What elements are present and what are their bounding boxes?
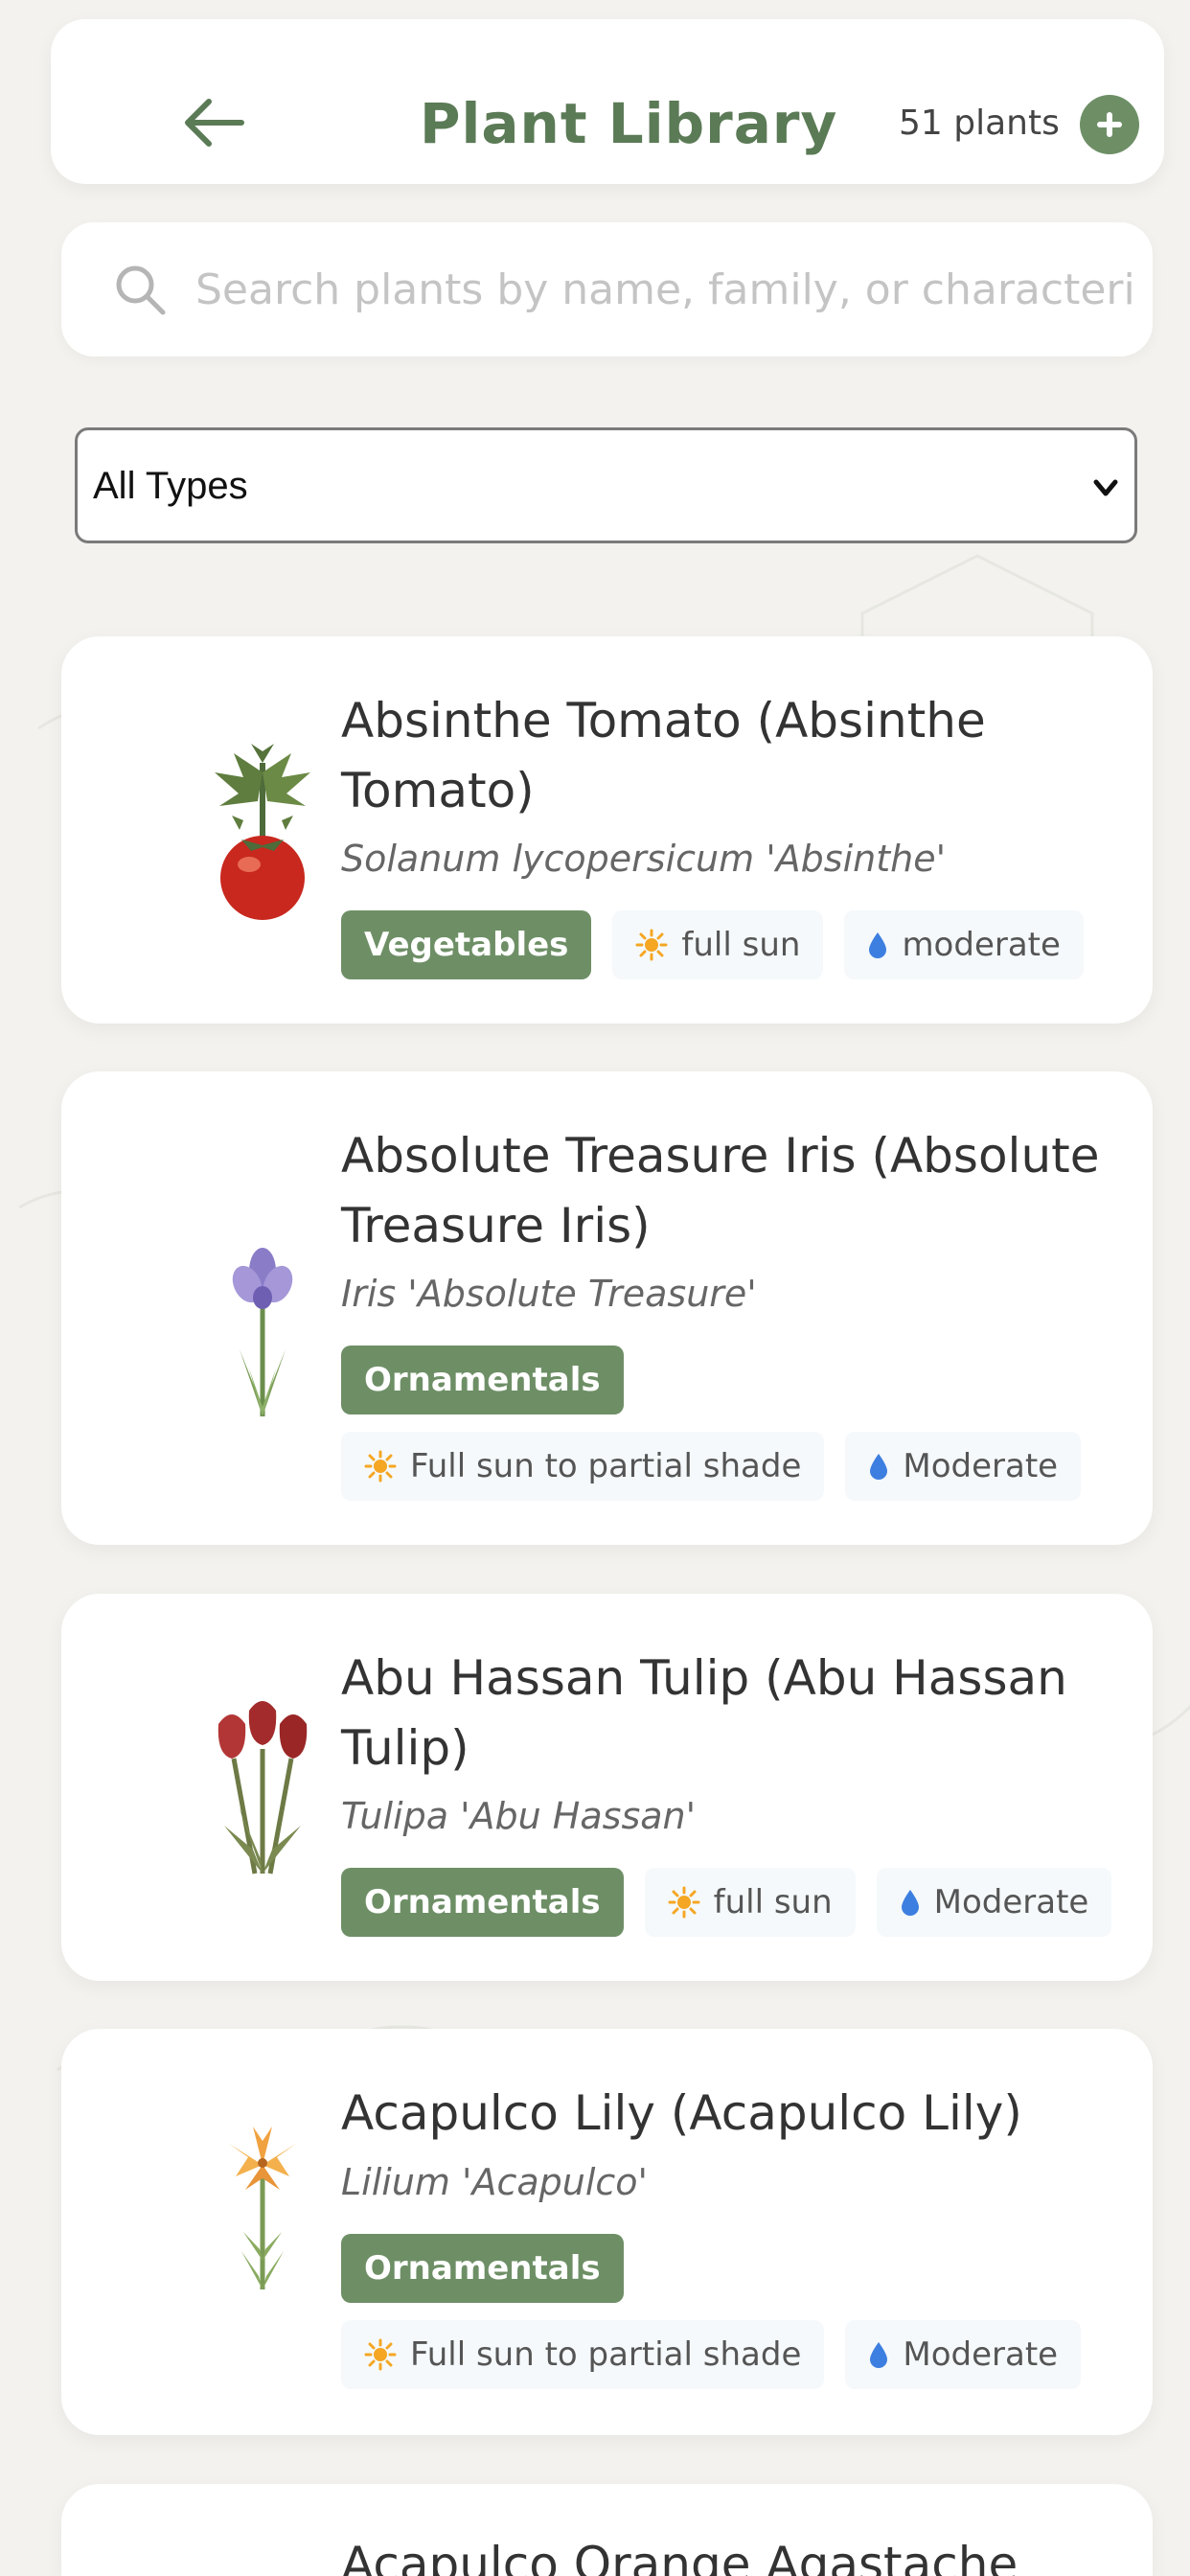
arrow-left-icon	[185, 99, 244, 147]
page-title: Plant Library	[420, 91, 838, 156]
water-requirement: moderate	[902, 926, 1061, 964]
plant-card[interactable]: Absolute Treasure Iris (Absolute Treasur…	[61, 1071, 1153, 1545]
sun-requirement: full sun	[681, 926, 801, 964]
plant-name: Acapulco Lily (Acapulco Lily)	[341, 2085, 1022, 2141]
sun-requirement: full sun	[713, 1883, 833, 1921]
back-button[interactable]	[180, 94, 255, 151]
water-drop-icon	[901, 1890, 919, 1916]
water-requirement: Moderate	[933, 1883, 1089, 1921]
plant-scientific-name: Solanum lycopersicum 'Absinthe'	[341, 838, 947, 880]
sun-icon	[364, 2338, 397, 2371]
plant-name: Absolute Treasure Iris (Absolute Treasur…	[341, 1128, 1100, 1254]
sun-icon	[364, 1450, 397, 1483]
plant-card[interactable]: Acapulco Lily (Acapulco Lily) Lilium 'Ac…	[61, 2029, 1153, 2435]
plant-tags: Ornamentals Full sun to partial shade Mo…	[341, 2234, 1127, 2389]
plant-tags: Ornamentals full sun Moderate	[341, 1868, 1127, 1937]
category-badge: Vegetables	[341, 910, 592, 979]
sun-icon	[635, 929, 668, 961]
plant-scientific-name: Tulipa 'Abu Hassan'	[341, 1795, 697, 1837]
water-chip: Moderate	[845, 2320, 1082, 2389]
water-chip: Moderate	[845, 1432, 1082, 1501]
plant-card[interactable]: Acapulco Orange Agastache	[61, 2484, 1153, 2576]
type-filter-value: All Types	[93, 465, 248, 507]
plant-tags: Ornamentals Full sun to partial shade Mo…	[341, 1346, 1127, 1501]
category-badge: Ornamentals	[341, 2234, 624, 2303]
plant-name: Acapulco Orange Agastache	[341, 2537, 1018, 2576]
water-requirement: Moderate	[903, 1447, 1059, 1485]
category-badge: Ornamentals	[341, 1868, 624, 1937]
search-input[interactable]	[195, 249, 1134, 330]
add-plant-button[interactable]	[1080, 95, 1139, 154]
chevron-down-icon	[1093, 479, 1118, 496]
sun-chip: Full sun to partial shade	[341, 2320, 825, 2389]
water-chip: moderate	[844, 910, 1084, 979]
category-badge: Ornamentals	[341, 1346, 624, 1414]
type-filter-select[interactable]: All Types	[75, 427, 1137, 543]
water-requirement: Moderate	[903, 2335, 1059, 2374]
water-drop-icon	[869, 932, 887, 958]
plant-name: Abu Hassan Tulip (Abu Hassan Tulip)	[341, 1650, 1067, 1776]
water-chip: Moderate	[876, 1868, 1112, 1937]
plant-count: 51 plants	[899, 104, 1060, 143]
plant-card[interactable]: Abu Hassan Tulip (Abu Hassan Tulip) Tuli…	[61, 1594, 1153, 1981]
sun-requirement: Full sun to partial shade	[410, 1447, 802, 1485]
app-header: Plant Library 51 plants	[51, 19, 1164, 184]
sun-chip: full sun	[644, 1868, 856, 1937]
plant-tags: Vegetables full sun moderate	[341, 910, 1127, 979]
sun-icon	[668, 1886, 700, 1919]
sun-chip: Full sun to partial shade	[341, 1432, 825, 1501]
search-icon	[116, 265, 166, 315]
water-drop-icon	[870, 1454, 888, 1480]
plant-scientific-name: Lilium 'Acapulco'	[341, 2161, 648, 2203]
plant-scientific-name: Iris 'Absolute Treasure'	[341, 1273, 757, 1315]
sun-requirement: Full sun to partial shade	[410, 2335, 802, 2374]
plant-name: Absinthe Tomato (Absinthe Tomato)	[341, 693, 986, 818]
plant-card[interactable]: Absinthe Tomato (Absinthe Tomato) Solanu…	[61, 636, 1153, 1024]
sun-chip: full sun	[612, 910, 824, 979]
water-drop-icon	[870, 2342, 888, 2368]
search-bar	[61, 222, 1153, 356]
